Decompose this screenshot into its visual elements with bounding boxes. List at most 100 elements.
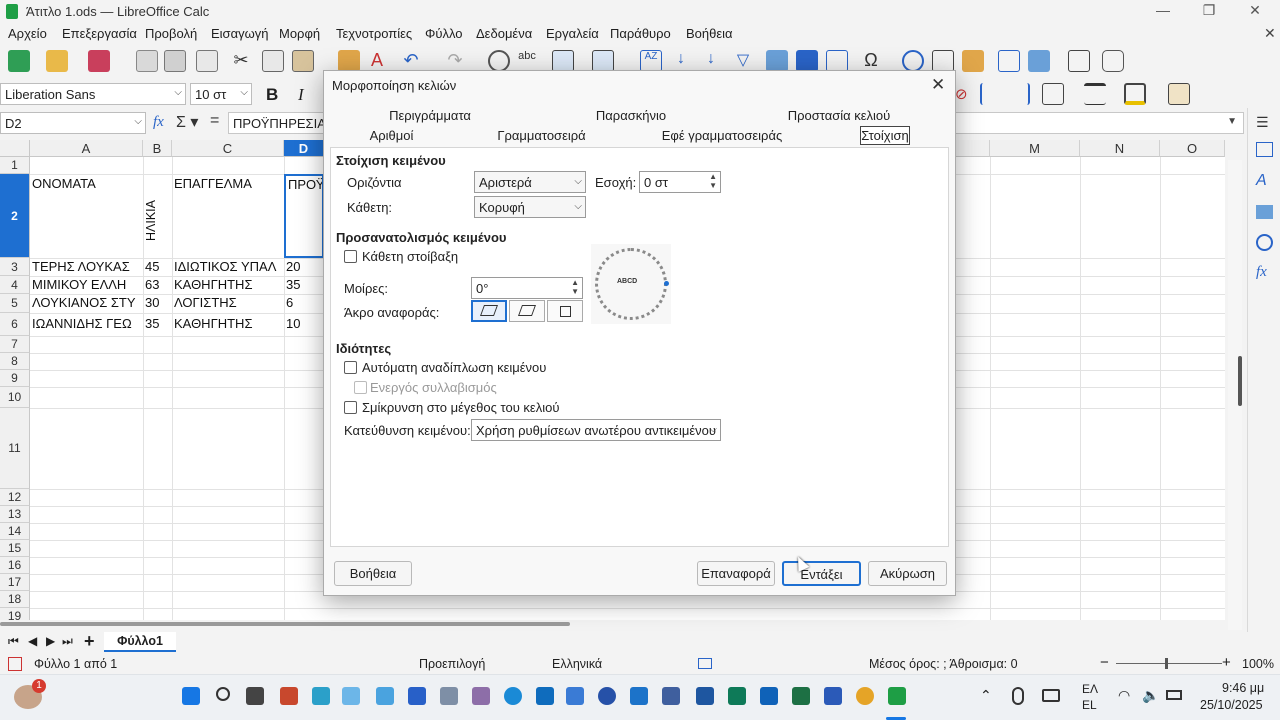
row-header-9[interactable]: 9 bbox=[0, 370, 30, 387]
start-icon[interactable] bbox=[182, 687, 200, 705]
name-box[interactable]: D2 ⌵ bbox=[0, 112, 146, 134]
zoom-level[interactable]: 100% bbox=[1242, 657, 1274, 671]
app-icon[interactable] bbox=[472, 687, 490, 705]
conditional-icon[interactable] bbox=[1168, 83, 1190, 105]
tab-numbers[interactable]: Αριθμοί bbox=[324, 128, 459, 143]
app-icon[interactable] bbox=[566, 687, 584, 705]
cell-d6[interactable]: 10 bbox=[284, 316, 324, 331]
chrome-icon[interactable] bbox=[856, 687, 874, 705]
column-header-a[interactable]: A bbox=[30, 140, 143, 157]
row-header-11[interactable]: 11 bbox=[0, 408, 30, 489]
selection-mode-icon[interactable] bbox=[698, 658, 712, 669]
dial-handle[interactable] bbox=[664, 281, 669, 286]
sort-descending-icon[interactable]: ↓ bbox=[700, 50, 722, 72]
tab-background[interactable]: Παρασκήνιο bbox=[536, 108, 726, 123]
row-icon[interactable] bbox=[552, 50, 574, 72]
edge-icon[interactable] bbox=[504, 687, 522, 705]
row-header-2[interactable]: 2 bbox=[0, 174, 30, 258]
cancel-button[interactable]: Ακύρωση bbox=[868, 561, 947, 586]
add-sheet-icon[interactable]: + bbox=[84, 631, 95, 652]
app-icon[interactable] bbox=[630, 687, 648, 705]
row-header-6[interactable]: 6 bbox=[0, 313, 30, 336]
font-size-combo[interactable]: 10 στ ⌵ bbox=[190, 83, 252, 105]
ref-edge-bottom-button[interactable] bbox=[471, 300, 507, 322]
formula-icon[interactable]: = bbox=[210, 112, 219, 130]
prev-sheet-icon[interactable]: ◀ bbox=[28, 634, 37, 648]
task-view-icon[interactable] bbox=[246, 687, 264, 705]
tablet-icon[interactable] bbox=[1042, 689, 1060, 702]
cell-c5[interactable]: ΛΟΓΙΣΤΗΣ bbox=[172, 295, 284, 310]
bold-icon[interactable]: B bbox=[266, 85, 278, 105]
cell-a5[interactable]: ΛΟΥΚΙΑΝΟΣ ΣΤΥ bbox=[30, 295, 143, 310]
app-icon[interactable] bbox=[536, 687, 554, 705]
cell-c4[interactable]: ΚΑΘΗΓΗΤΗΣ bbox=[172, 277, 284, 292]
keyboard-layout[interactable]: EL bbox=[1082, 698, 1097, 712]
cell-b6[interactable]: 35 bbox=[143, 316, 172, 331]
ref-edge-inside-button[interactable] bbox=[547, 300, 583, 322]
spelling-icon[interactable]: abc bbox=[516, 50, 538, 72]
hyperlink-icon[interactable] bbox=[902, 50, 924, 72]
pivot-table-icon[interactable] bbox=[826, 50, 848, 72]
find-replace-icon[interactable] bbox=[488, 50, 510, 72]
powerpoint-icon[interactable] bbox=[280, 687, 298, 705]
rotation-dial[interactable]: ABCD bbox=[591, 244, 671, 324]
app-icon[interactable] bbox=[376, 687, 394, 705]
vertical-dropdown[interactable]: Κορυφή ⌵ bbox=[474, 196, 586, 218]
excel-icon[interactable] bbox=[792, 687, 810, 705]
decrease-indent-icon[interactable] bbox=[1008, 83, 1030, 105]
vertical-stacked-checkbox[interactable] bbox=[344, 250, 357, 263]
ok-button[interactable]: Εντάξει bbox=[782, 561, 861, 586]
zoom-out-icon[interactable]: − bbox=[1100, 654, 1109, 671]
cell-d2[interactable]: ΠΡΟΫ bbox=[284, 174, 324, 258]
libreoffice-calc-icon[interactable] bbox=[888, 687, 906, 705]
outlook-icon[interactable] bbox=[760, 687, 778, 705]
row-header-15[interactable]: 15 bbox=[0, 540, 30, 557]
draw-functions-icon[interactable] bbox=[1102, 50, 1124, 72]
menu-file[interactable]: Αρχείο bbox=[8, 26, 47, 41]
indent-spinbox[interactable]: 0 στ ▲ ▼ bbox=[639, 171, 721, 193]
tab-alignment[interactable]: Στοίχιση bbox=[860, 126, 910, 145]
app-icon[interactable] bbox=[598, 687, 616, 705]
microphone-icon[interactable] bbox=[1012, 687, 1024, 705]
cell-a3[interactable]: ΤΕΡΗΣ ΛΟΥΚΑΣ bbox=[30, 259, 143, 274]
open-icon[interactable] bbox=[46, 50, 68, 72]
row-header-1[interactable]: 1 bbox=[0, 157, 30, 174]
cell-b5[interactable]: 30 bbox=[143, 295, 172, 310]
cell-d3[interactable]: 20 bbox=[284, 259, 324, 274]
gallery-icon[interactable] bbox=[1256, 205, 1273, 219]
app-icon[interactable] bbox=[662, 687, 680, 705]
ref-edge-top-button[interactable] bbox=[509, 300, 545, 322]
tab-font[interactable]: Γραμματοσειρά bbox=[459, 128, 624, 143]
font-name-combo[interactable]: Liberation Sans ⌵ bbox=[0, 83, 186, 105]
clear-formatting-icon[interactable]: A bbox=[366, 50, 388, 72]
column-header-m[interactable]: M bbox=[990, 140, 1080, 157]
cell-a2[interactable]: ΟΝΟΜΑΤΑ bbox=[30, 176, 143, 191]
autofilter-icon[interactable]: ▽ bbox=[732, 50, 754, 72]
menu-edit[interactable]: Επεξεργασία bbox=[62, 26, 137, 41]
export-pdf-icon[interactable] bbox=[136, 50, 158, 72]
unmerge-icon[interactable]: ⊘ bbox=[955, 85, 968, 103]
menu-help[interactable]: Βοήθεια bbox=[686, 26, 733, 41]
menu-tools[interactable]: Εργαλεία bbox=[546, 26, 599, 41]
first-sheet-icon[interactable]: ⏮ bbox=[8, 634, 19, 649]
row-header-17[interactable]: 17 bbox=[0, 574, 30, 591]
row-header-13[interactable]: 13 bbox=[0, 506, 30, 523]
chart-icon[interactable] bbox=[796, 50, 818, 72]
sum-icon[interactable]: Σ ▾ bbox=[176, 112, 198, 132]
reset-button[interactable]: Επαναφορά bbox=[697, 561, 775, 586]
menu-window[interactable]: Παράθυρο bbox=[610, 26, 671, 41]
tab-borders[interactable]: Περιγράμματα bbox=[324, 108, 536, 123]
functions-icon[interactable]: fx bbox=[1256, 264, 1267, 281]
print-preview-icon[interactable] bbox=[196, 50, 218, 72]
wrap-text-checkbox[interactable] bbox=[344, 361, 357, 374]
column-header-b[interactable]: B bbox=[143, 140, 172, 157]
row-header-4[interactable]: 4 bbox=[0, 276, 30, 294]
mail-icon[interactable] bbox=[696, 687, 714, 705]
cell-c3[interactable]: ΙΔΙΩΤΙΚΟΣ ΥΠΑΛ bbox=[172, 259, 284, 274]
undo-icon[interactable]: ↶ bbox=[400, 50, 422, 72]
sheet-tab-1[interactable]: Φύλλο1 bbox=[104, 632, 176, 652]
cell-a6[interactable]: ΙΩΑΝΝΙΔΗΣ ΓΕΩ bbox=[30, 316, 143, 331]
close-icon[interactable]: ✕ bbox=[1240, 2, 1270, 22]
help-button[interactable]: Βοήθεια bbox=[334, 561, 412, 586]
column-icon[interactable] bbox=[592, 50, 614, 72]
